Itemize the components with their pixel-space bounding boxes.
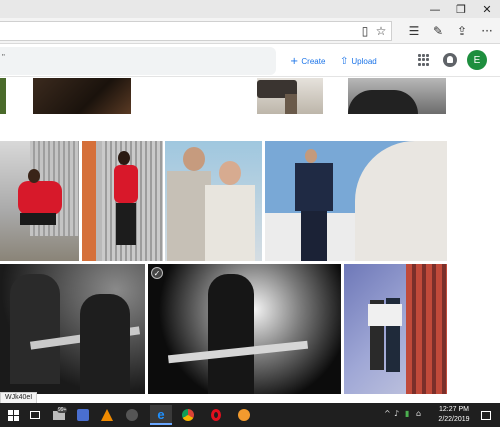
upload-label: Upload [351, 56, 377, 66]
edge-icon: e [157, 406, 165, 422]
apps-grid-icon[interactable] [418, 54, 430, 66]
share-icon[interactable]: ⇪ [453, 22, 471, 40]
search-box[interactable]: " [0, 47, 276, 75]
app-icon [126, 409, 138, 421]
taskbar-media[interactable] [72, 405, 94, 425]
photo-hands[interactable] [33, 78, 131, 114]
window-title-bar: — ❐ ✕ [0, 0, 500, 18]
windows-icon [7, 409, 19, 421]
star-icon[interactable]: ☆ [372, 22, 390, 40]
taskbar-opera[interactable] [205, 405, 227, 425]
pen-icon[interactable]: ✎ [429, 22, 447, 40]
screen: — ❐ ✕ ▯ ☆ ☰ ✎ ⇪ ··· " + Create ⇧ Upload … [0, 0, 500, 427]
search-hint: " [2, 53, 5, 62]
photo-car[interactable] [257, 78, 323, 114]
restore-icon: ❐ [456, 2, 466, 16]
volume-icon[interactable]: ♪ [394, 409, 399, 418]
app-header: " + Create ⇧ Upload E [0, 45, 500, 77]
minimize-button[interactable]: — [422, 0, 448, 18]
vlc-icon [101, 409, 113, 421]
taskbar-clock[interactable]: 12:27 PM 2/22/2019 [434, 405, 474, 425]
photo-bw-ground[interactable] [348, 78, 446, 114]
taskbar-app[interactable] [121, 405, 143, 425]
address-bar[interactable]: ▯ ☆ [0, 21, 392, 41]
taskbar-chrome[interactable] [177, 405, 199, 425]
opera-icon [211, 409, 221, 421]
taskbar: 99+ e ^ ♪ ▮ ⌂ 12:27 PM 2/22/2019 [0, 403, 500, 427]
photo-bw-bass-player[interactable]: ✓ [148, 264, 341, 394]
taskbar-vlc[interactable] [96, 405, 118, 425]
selection-check-icon[interactable]: ✓ [151, 267, 163, 279]
notification-badge: 99+ [57, 407, 68, 413]
clock-app-icon [238, 409, 250, 421]
task-view-icon [30, 411, 40, 419]
photo-red-jacket-sitting[interactable] [0, 141, 79, 261]
notifications-icon[interactable] [443, 53, 457, 67]
clock-date: 2/22/2019 [438, 416, 470, 423]
media-icon [77, 409, 89, 421]
account-avatar[interactable]: E [467, 50, 487, 70]
start-button[interactable] [2, 405, 24, 425]
photo-red-jacket-standing[interactable] [82, 141, 163, 261]
upload-button[interactable]: ⇧ Upload [340, 53, 377, 69]
upload-icon: ⇧ [340, 55, 349, 67]
create-button[interactable]: + Create [290, 53, 325, 69]
taskbar-mail[interactable]: 99+ [48, 405, 70, 425]
create-label: Create [301, 56, 326, 66]
battery-icon[interactable]: ▮ [405, 409, 409, 418]
network-icon[interactable]: ⌂ [416, 409, 421, 418]
close-button[interactable]: ✕ [474, 0, 500, 18]
plus-icon: + [290, 55, 299, 67]
taskbar-clock-app[interactable] [233, 405, 255, 425]
photo-two-men-suits[interactable] [165, 141, 262, 261]
action-center-icon [481, 410, 491, 420]
photo-partial-left[interactable] [0, 78, 6, 114]
photo-bw-guitarists[interactable] [0, 264, 145, 394]
task-view-button[interactable] [24, 405, 46, 425]
tray-chevron-icon[interactable]: ^ [384, 409, 391, 418]
chrome-icon [182, 409, 194, 421]
action-center-button[interactable] [476, 405, 496, 425]
minimize-icon: — [429, 2, 441, 16]
restore-button[interactable]: ❐ [448, 0, 474, 18]
photo-couple-wall[interactable] [344, 264, 447, 394]
favorites-list-icon[interactable]: ☰ [405, 22, 423, 40]
browser-toolbar: ▯ ☆ ☰ ✎ ⇪ ··· [0, 18, 500, 44]
clock-time: 12:27 PM [439, 406, 469, 413]
close-icon: ✕ [482, 2, 492, 16]
taskbar-edge[interactable]: e [150, 405, 172, 425]
more-icon[interactable]: ··· [478, 22, 496, 40]
photo-man-navy-suit[interactable] [265, 141, 447, 261]
